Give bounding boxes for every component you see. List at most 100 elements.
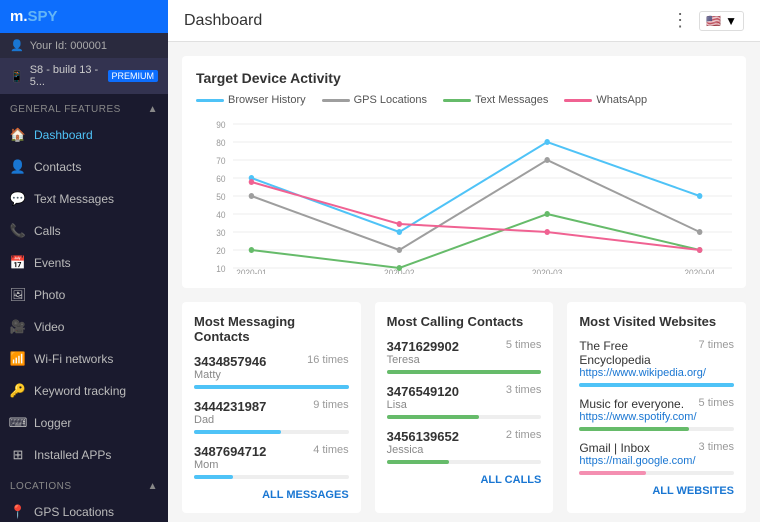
- home-icon: 🏠: [10, 127, 26, 143]
- gps-icon: 📍: [10, 504, 26, 520]
- sidebar-item-installed-apps[interactable]: ⊞ Installed APPs: [0, 439, 168, 471]
- contact-name: Teresa: [387, 354, 542, 366]
- contact-item: 16 times 3434857946 Matty: [194, 354, 349, 389]
- calling-card: Most Calling Contacts 5 times 3471629902…: [375, 302, 554, 513]
- dropdown-icon: ▼: [725, 14, 737, 28]
- bar-fill: [579, 383, 734, 387]
- photo-icon: 🖼: [10, 287, 26, 303]
- bar-bg: [387, 415, 542, 419]
- general-features-label: GENERAL FEATURES ▲: [0, 94, 168, 119]
- contact-item: 2 times 3456139652 Jessica: [387, 429, 542, 464]
- legend-label-gps: GPS Locations: [354, 94, 427, 106]
- chart-legend: Browser History GPS Locations Text Messa…: [196, 94, 732, 106]
- contact-name: Lisa: [387, 399, 542, 411]
- contact-item: 4 times 3487694712 Mom: [194, 444, 349, 479]
- sidebar-item-label: Wi-Fi networks: [34, 352, 113, 366]
- logo: m.SPY: [10, 8, 58, 25]
- device-label: S8 - build 13 - 5...: [30, 64, 102, 88]
- contact-times: 4 times: [313, 444, 348, 456]
- logo-bar: m.SPY: [0, 0, 168, 33]
- logger-icon: ⌨: [10, 415, 26, 431]
- sidebar-item-label: Contacts: [34, 160, 81, 174]
- calling-card-title: Most Calling Contacts: [387, 314, 542, 329]
- legend-dot-browser: [196, 99, 224, 102]
- contact-times: 5 times: [506, 339, 541, 351]
- sidebar-item-contacts[interactable]: 👤 Contacts: [0, 151, 168, 183]
- sidebar-item-wifi[interactable]: 📶 Wi-Fi networks: [0, 343, 168, 375]
- sidebar-item-keyword[interactable]: 🔑 Keyword tracking: [0, 375, 168, 407]
- bar-fill: [194, 385, 349, 389]
- chart-area: 90 80 70 60 50 40 30 20 10 2020-01 2020-…: [196, 114, 732, 274]
- contact-times: 16 times: [307, 354, 349, 366]
- contact-times: 3 times: [506, 384, 541, 396]
- svg-text:2020-04: 2020-04: [684, 268, 715, 274]
- site-link[interactable]: https://www.wikipedia.org/: [579, 367, 734, 379]
- bar-fill: [194, 430, 281, 434]
- sidebar-item-events[interactable]: 📅 Events: [0, 247, 168, 279]
- stats-cards-row: Most Messaging Contacts 16 times 3434857…: [182, 302, 746, 513]
- sidebar-item-label: Logger: [34, 416, 71, 430]
- contact-times: 9 times: [313, 399, 348, 411]
- messages-icon: 💬: [10, 191, 26, 207]
- bar-fill: [387, 415, 480, 419]
- legend-gps: GPS Locations: [322, 94, 427, 106]
- collapse-icon[interactable]: ▲: [148, 104, 158, 115]
- sidebar-item-video[interactable]: 🎥 Video: [0, 311, 168, 343]
- sidebar-item-label: GPS Locations: [34, 505, 114, 519]
- legend-dot-text: [443, 99, 471, 102]
- all-messages-link[interactable]: ALL MESSAGES: [194, 489, 349, 501]
- svg-text:50: 50: [216, 192, 225, 202]
- contact-item: 5 times 3471629902 Teresa: [387, 339, 542, 374]
- language-selector[interactable]: 🇺🇸 ▼: [699, 11, 744, 31]
- sidebar-item-gps[interactable]: 📍 GPS Locations: [0, 496, 168, 522]
- svg-text:40: 40: [216, 210, 225, 220]
- user-id-text: Your Id: 000001: [30, 40, 107, 52]
- topbar: Dashboard ⋮ 🇺🇸 ▼: [168, 0, 760, 42]
- sidebar-item-label: Photo: [34, 288, 65, 302]
- site-times: 7 times: [699, 339, 734, 351]
- apps-icon: ⊞: [10, 447, 26, 463]
- sidebar-item-logger[interactable]: ⌨ Logger: [0, 407, 168, 439]
- site-link[interactable]: https://www.spotify.com/: [579, 411, 734, 423]
- legend-dot-whatsapp: [564, 99, 592, 102]
- chart-title: Target Device Activity: [196, 70, 732, 86]
- bar-fill: [194, 475, 233, 479]
- websites-card-title: Most Visited Websites: [579, 314, 734, 329]
- all-websites-link[interactable]: ALL WEBSITES: [579, 485, 734, 497]
- legend-browser: Browser History: [196, 94, 306, 106]
- sidebar-item-calls[interactable]: 📞 Calls: [0, 215, 168, 247]
- contact-item: 3 times 3476549120 Lisa: [387, 384, 542, 419]
- site-times: 3 times: [699, 441, 734, 453]
- svg-text:10: 10: [216, 264, 225, 274]
- user-id-bar: 👤 Your Id: 000001: [0, 33, 168, 58]
- contacts-icon: 👤: [10, 159, 26, 175]
- bar-fill: [579, 471, 646, 475]
- more-options-icon[interactable]: ⋮: [671, 10, 689, 31]
- sidebar-item-label: Events: [34, 256, 71, 270]
- svg-text:80: 80: [216, 138, 225, 148]
- sidebar-item-photo[interactable]: 🖼 Photo: [0, 279, 168, 311]
- sidebar-item-text-messages[interactable]: 💬 Text Messages: [0, 183, 168, 215]
- svg-text:2020-03: 2020-03: [532, 268, 563, 274]
- bar-bg: [579, 427, 734, 431]
- video-icon: 🎥: [10, 319, 26, 335]
- collapse-icon[interactable]: ▲: [148, 481, 158, 492]
- sidebar-item-dashboard[interactable]: 🏠 Dashboard: [0, 119, 168, 151]
- page-title: Dashboard: [184, 12, 262, 30]
- svg-text:70: 70: [216, 156, 225, 166]
- flag-icon: 🇺🇸: [706, 14, 721, 28]
- bar-bg: [579, 471, 734, 475]
- legend-whatsapp: WhatsApp: [564, 94, 647, 106]
- website-item: 5 times Music for everyone. https://www.…: [579, 397, 734, 431]
- all-calls-link[interactable]: ALL CALLS: [387, 474, 542, 486]
- bar-bg: [194, 430, 349, 434]
- user-icon: 👤: [10, 39, 24, 52]
- premium-badge: PREMIUM: [108, 70, 159, 82]
- messaging-card: Most Messaging Contacts 16 times 3434857…: [182, 302, 361, 513]
- bar-bg: [194, 475, 349, 479]
- contact-name: Matty: [194, 369, 349, 381]
- site-link[interactable]: https://mail.google.com/: [579, 455, 734, 467]
- topbar-right: ⋮ 🇺🇸 ▼: [671, 10, 744, 31]
- events-icon: 📅: [10, 255, 26, 271]
- device-bar: 📱 S8 - build 13 - 5... PREMIUM: [0, 58, 168, 94]
